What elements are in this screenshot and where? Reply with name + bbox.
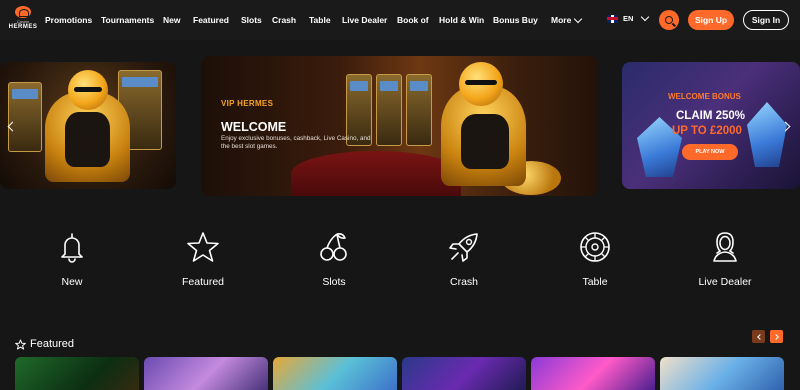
chevron-left-icon [756, 333, 763, 340]
sign-up-button[interactable]: Sign Up [688, 10, 734, 30]
banner-description: Enjoy exclusive bonuses, cashback, Live … [221, 135, 371, 150]
game-tile[interactable] [15, 357, 139, 390]
category-label: Slots [322, 276, 346, 288]
banner-vip-hermes[interactable]: VIP HERMES WELCOME Enjoy exclusive bonus… [201, 56, 598, 196]
sunglasses-image [465, 80, 497, 85]
game-tile[interactable] [402, 357, 526, 390]
featured-prev-button[interactable] [752, 330, 765, 343]
nav-table[interactable]: Table [309, 15, 331, 25]
slot-machine-image [8, 82, 42, 152]
bell-icon [61, 233, 83, 263]
hero-body-image [65, 112, 110, 167]
game-tile[interactable] [660, 357, 784, 390]
category-label: New [61, 276, 83, 288]
banner-title: WELCOME [221, 120, 287, 134]
game-tile[interactable] [144, 357, 268, 390]
nav-tournaments[interactable]: Tournaments [101, 15, 154, 25]
bonus-amount: UP TO £2000 [672, 125, 742, 137]
featured-next-button[interactable] [770, 330, 783, 343]
uk-flag-icon [607, 14, 618, 23]
chevron-down-icon [641, 12, 650, 22]
category-crash[interactable]: Crash [424, 230, 504, 288]
nav-more[interactable]: More [551, 14, 583, 25]
crystal-image [747, 102, 787, 167]
banner-tag: VIP HERMES [221, 99, 274, 108]
category-live-dealer[interactable]: Live Dealer [685, 230, 765, 288]
nav-bonus-buy[interactable]: Bonus Buy [493, 15, 538, 25]
slot-machine-image [376, 74, 402, 146]
category-row: New Featured Slots Crash Table Live Deal… [0, 230, 800, 300]
game-tile[interactable] [273, 357, 397, 390]
play-now-button[interactable]: PLAY NOW [682, 144, 738, 160]
category-featured[interactable]: Featured [163, 230, 243, 288]
chevron-right-icon [772, 333, 779, 340]
featured-header: Featured [15, 338, 74, 350]
banner-welcome-bonus[interactable]: WELCOME BONUS CLAIM 250% UP TO £2000 PLA… [622, 62, 800, 189]
star-icon [187, 232, 219, 262]
category-label: Featured [181, 276, 225, 288]
sunglasses-image [74, 87, 102, 92]
game-tile[interactable] [531, 357, 655, 390]
search-icon [665, 16, 673, 24]
star-icon [15, 338, 26, 350]
dealer-icon [713, 232, 737, 262]
category-label: Table [582, 276, 608, 288]
bonus-tag: WELCOME BONUS [668, 92, 741, 101]
nav-book-of[interactable]: Book of [397, 15, 429, 25]
casino-logo[interactable]: Casino HERMES [8, 6, 38, 34]
cherries-icon [320, 233, 347, 261]
featured-title: Featured [30, 338, 75, 350]
nav-featured[interactable]: Featured [193, 15, 229, 25]
logo-emblem-icon [15, 6, 31, 18]
nav-live-dealer[interactable]: Live Dealer [342, 15, 387, 25]
chevron-down-icon [574, 14, 583, 23]
category-label: Crash [449, 276, 478, 288]
roulette-icon [580, 232, 610, 262]
search-button[interactable] [659, 10, 679, 30]
language-label: EN [623, 14, 634, 23]
slot-machine-image [406, 74, 432, 146]
category-label: Live Dealer [698, 276, 752, 288]
nav-crash[interactable]: Crash [272, 15, 296, 25]
logo-title: HERMES [8, 24, 38, 30]
red-carpet-image [291, 151, 461, 196]
hero-body-image [461, 114, 509, 169]
nav-promotions[interactable]: Promotions [45, 15, 92, 25]
language-selector[interactable]: EN [607, 12, 650, 23]
top-nav: Casino HERMES Promotions Tournaments New… [0, 0, 800, 40]
category-table[interactable]: Table [555, 230, 635, 288]
category-new[interactable]: New [32, 230, 112, 288]
nav-more-label: More [551, 15, 572, 25]
rocket-icon [449, 233, 478, 262]
nav-slots[interactable]: Slots [241, 15, 262, 25]
nav-new[interactable]: New [163, 15, 180, 25]
banner-hermes-slots[interactable] [0, 62, 176, 189]
bonus-claim: CLAIM 250% [676, 110, 746, 122]
nav-hold-and-win[interactable]: Hold & Win [439, 15, 484, 25]
sign-in-button[interactable]: Sign In [743, 10, 789, 30]
category-slots[interactable]: Slots [294, 230, 374, 288]
